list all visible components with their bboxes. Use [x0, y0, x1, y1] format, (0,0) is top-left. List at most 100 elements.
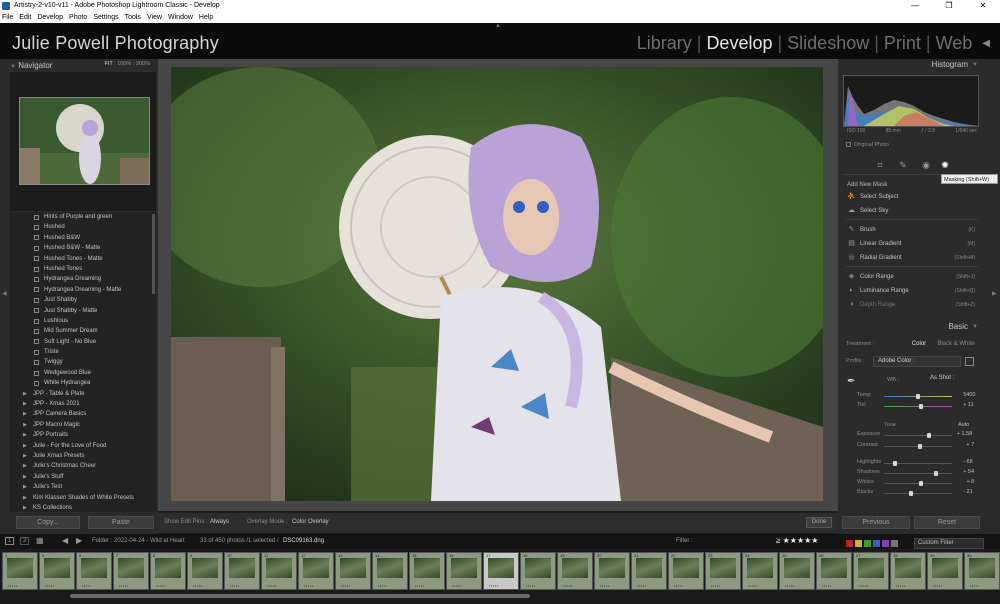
profile-browser-icon[interactable]: [965, 357, 974, 366]
presets-scrollbar[interactable]: [152, 214, 155, 294]
color-label-swatch[interactable]: [873, 540, 880, 547]
original-photo-toggle[interactable]: Original Photo: [846, 142, 889, 148]
crop-icon[interactable]: ⌗: [875, 160, 885, 170]
slider-knob[interactable]: [916, 394, 920, 399]
preset-group[interactable]: ▶ Kim Klassen Shades of White Presets: [10, 493, 156, 503]
left-panel-toggle-icon[interactable]: ◀: [2, 290, 7, 297]
menu-photo[interactable]: Photo: [69, 12, 87, 23]
slider-whites[interactable]: [884, 481, 952, 486]
mask-option-brush[interactable]: ✎ Brush (K): [847, 224, 977, 236]
histogram-chart[interactable]: [843, 75, 979, 127]
preset-item[interactable]: Hushed Tones - Matte: [10, 254, 156, 264]
histogram-header[interactable]: Histogram ▼: [840, 60, 986, 72]
slider-value-blacks[interactable]: - 21: [963, 489, 972, 495]
slider-knob[interactable]: [919, 404, 924, 409]
color-label-swatch[interactable]: [864, 540, 871, 547]
slider-temp[interactable]: [884, 394, 952, 399]
preset-item[interactable]: Hints of Purple and green: [10, 212, 156, 222]
preset-item[interactable]: Hushed Tones: [10, 264, 156, 274]
menu-window[interactable]: Window: [168, 12, 193, 23]
module-library[interactable]: Library: [637, 33, 692, 54]
menu-file[interactable]: File: [2, 12, 13, 23]
menu-tools[interactable]: Tools: [125, 12, 141, 23]
maximize-button[interactable]: ❐: [932, 0, 966, 12]
filmstrip-thumbnail[interactable]: 27 •••••: [853, 552, 889, 590]
module-slideshow[interactable]: Slideshow: [787, 33, 869, 54]
custom-filter-dropdown[interactable]: Custom Filter: [914, 538, 984, 549]
filmstrip-thumbnail[interactable]: 25 •••••: [779, 552, 815, 590]
filmstrip-thumbnail[interactable]: 23 •••••: [705, 552, 741, 590]
view-1-button[interactable]: 1: [5, 537, 15, 545]
filmstrip-thumbnail[interactable]: 18 •••••: [520, 552, 556, 590]
preset-group[interactable]: ▶ KS Collections: [10, 503, 156, 512]
menu-help[interactable]: Help: [199, 12, 213, 23]
preset-group[interactable]: ▶ JPP - Table & Plate: [10, 389, 156, 399]
preset-item[interactable]: Hushed B&W - Matte: [10, 243, 156, 253]
forward-arrow-icon[interactable]: ▶: [76, 536, 82, 545]
preset-item[interactable]: Hydrangea Dreaming: [10, 274, 156, 284]
filmstrip-thumbnail[interactable]: 7 •••••: [113, 552, 149, 590]
panel-toggle-icon[interactable]: ◀: [982, 38, 990, 49]
slider-tint[interactable]: [884, 404, 952, 409]
rating-filter[interactable]: ≥ ★★★★★: [776, 536, 818, 545]
filmstrip-thumbnail[interactable]: 11 •••••: [261, 552, 297, 590]
filmstrip-thumbnail[interactable]: 24 •••••: [742, 552, 778, 590]
menu-develop[interactable]: Develop: [37, 12, 63, 23]
wb-eyedropper-icon[interactable]: ✒: [847, 376, 861, 390]
slider-exposure[interactable]: [884, 433, 952, 438]
filmstrip-thumbnail[interactable]: 16 •••••: [446, 552, 482, 590]
preset-group[interactable]: ▶ JPP Macro Magic: [10, 420, 156, 430]
basic-panel-header[interactable]: Basic ▼: [840, 322, 986, 334]
profile-dropdown[interactable]: Adobe Color :: [873, 356, 961, 367]
treatment-bw-button[interactable]: Black & White: [935, 339, 977, 349]
preset-item[interactable]: Twiggy: [10, 357, 156, 367]
filmstrip-thumbnail[interactable]: 22 •••••: [668, 552, 704, 590]
done-button[interactable]: Done: [806, 517, 832, 528]
mask-option-depth-range[interactable]: ◑ Depth Range (Shift+Z): [847, 299, 977, 311]
filmstrip-scrollbar[interactable]: [70, 594, 530, 598]
preset-group[interactable]: ▶ JPP - Xmas 2021: [10, 399, 156, 409]
preset-item[interactable]: Lushious: [10, 316, 156, 326]
slider-contrast[interactable]: [884, 444, 952, 449]
mask-option-select-subject[interactable]: ⛹ Select Subject: [847, 191, 977, 203]
slider-value-exposure[interactable]: + 1.58: [957, 431, 972, 437]
zoom-100[interactable]: 100%: [117, 61, 131, 67]
zoom-200[interactable]: 200%: [136, 61, 150, 67]
slider-knob[interactable]: [926, 433, 931, 438]
preset-item[interactable]: Triste: [10, 347, 156, 357]
filmstrip-thumbnail[interactable]: 13 •••••: [335, 552, 371, 590]
filmstrip-thumbnail[interactable]: 29 •••••: [927, 552, 963, 590]
preset-item[interactable]: Just Shabby: [10, 295, 156, 305]
navigator-header[interactable]: ▼ Navigator FIT : 100% : 200%: [10, 61, 156, 71]
slider-knob[interactable]: [918, 444, 923, 449]
navigator-thumbnail[interactable]: [19, 97, 150, 185]
preset-group[interactable]: ▶ Julie - For the Love of Food: [10, 441, 156, 451]
menu-edit[interactable]: Edit: [19, 12, 31, 23]
wb-dropdown[interactable]: As Shot :: [930, 375, 970, 385]
menu-settings[interactable]: Settings: [93, 12, 118, 23]
preset-item[interactable]: Hushed: [10, 222, 156, 232]
redeye-icon[interactable]: ◉: [921, 160, 931, 170]
preset-item[interactable]: White Hydrangea: [10, 378, 156, 388]
mask-option-select-sky[interactable]: ☁ Select Sky: [847, 205, 977, 217]
slider-value-temp[interactable]: 5400: [963, 392, 975, 398]
masking-icon[interactable]: ✺: [940, 160, 950, 170]
filmstrip-thumbnail[interactable]: 30 •••••: [964, 552, 1000, 590]
filmstrip-thumbnail[interactable]: 26 •••••: [816, 552, 852, 590]
view-2-button[interactable]: 2: [20, 537, 30, 545]
preset-group[interactable]: ▶ Julie's Christmas Cheer: [10, 461, 156, 471]
slider-blacks[interactable]: [884, 491, 952, 496]
filmstrip-thumbnail[interactable]: 9 •••••: [187, 552, 223, 590]
paste-settings-button[interactable]: Paste: [88, 516, 154, 529]
filename[interactable]: DSC09163.dng: [283, 538, 324, 544]
preset-item[interactable]: Mid Summer Dream: [10, 326, 156, 336]
preset-item[interactable]: Hydrangea Dreaming - Matte: [10, 285, 156, 295]
mask-option-luminance-range[interactable]: ◐ Luminance Range (Shift+Q): [847, 285, 977, 297]
mask-option-color-range[interactable]: ◈ Color Range (Shift+J): [847, 271, 977, 283]
mask-option-linear-gradient[interactable]: ▤ Linear Gradient (M): [847, 238, 977, 250]
minimize-button[interactable]: —: [898, 0, 932, 12]
preset-group[interactable]: ▶ JPP Portraits: [10, 430, 156, 440]
overlay-mode-dropdown[interactable]: Color Overlay: [292, 519, 329, 525]
right-panel-toggle-icon[interactable]: ▶: [992, 290, 997, 297]
slider-knob[interactable]: [892, 461, 897, 466]
